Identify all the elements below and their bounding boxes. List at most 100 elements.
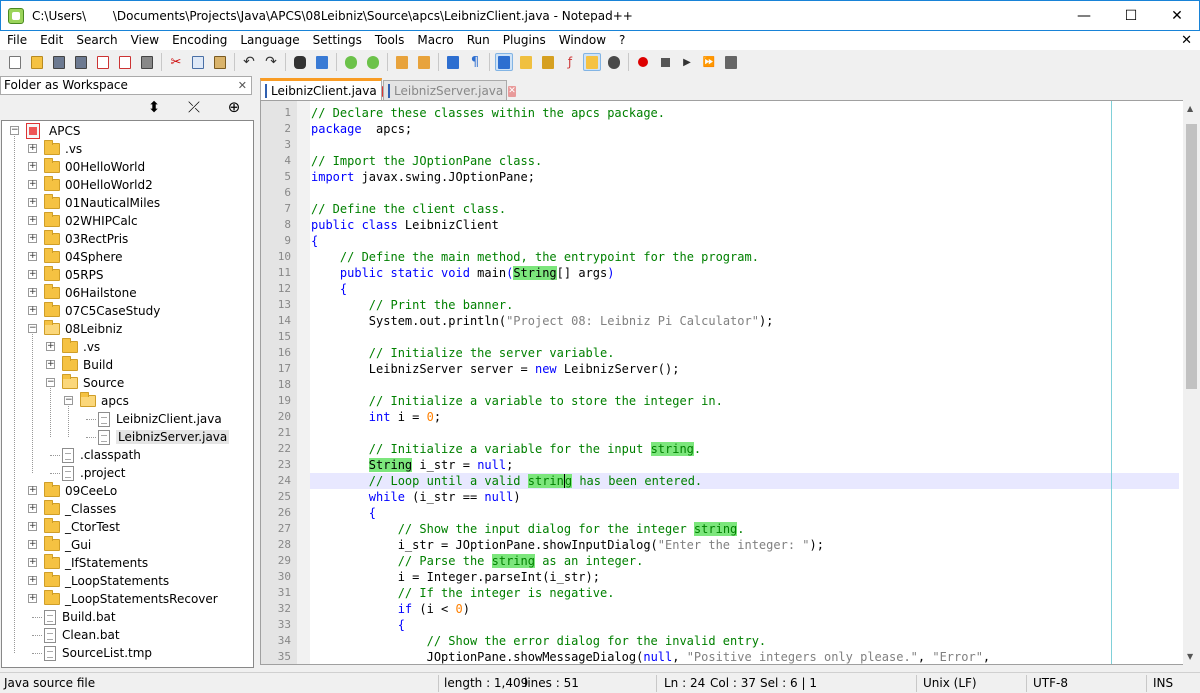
tree-item[interactable]: _LoopStatements bbox=[44, 572, 169, 590]
code-editor[interactable]: 1 // Declare these classes within the apc… bbox=[260, 100, 1195, 665]
tree-item[interactable]: APCS bbox=[26, 122, 80, 140]
collapse-icon[interactable]: − bbox=[28, 324, 37, 333]
menu-view[interactable]: View bbox=[124, 31, 165, 50]
play-macro-icon[interactable]: ▶ bbox=[678, 53, 696, 71]
menu-run[interactable]: Run bbox=[460, 31, 496, 50]
expand-icon[interactable]: + bbox=[28, 540, 37, 549]
tree-item[interactable]: _LoopStatementsRecover bbox=[44, 590, 218, 608]
undo-icon[interactable]: ↶ bbox=[240, 53, 258, 71]
menu-search[interactable]: Search bbox=[69, 31, 123, 50]
tree-item[interactable]: 09CeeLo bbox=[44, 482, 117, 500]
tree-item[interactable]: .classpath bbox=[62, 446, 141, 464]
expand-icon[interactable]: + bbox=[28, 180, 37, 189]
tree-item[interactable]: 00HelloWorld bbox=[44, 158, 145, 176]
menu-tools[interactable]: Tools bbox=[368, 31, 411, 50]
locate-current-file-icon[interactable]: ⊕ bbox=[225, 98, 243, 116]
menu-file[interactable]: File bbox=[0, 31, 33, 50]
tree-item[interactable]: apcs bbox=[80, 392, 129, 410]
tree-item[interactable]: _CtorTest bbox=[44, 518, 120, 536]
tree-item[interactable]: 07C5CaseStudy bbox=[44, 302, 160, 320]
tree-item[interactable]: _IfStatements bbox=[44, 554, 148, 572]
close-document-icon[interactable]: ✕ bbox=[1181, 31, 1192, 50]
print-icon[interactable] bbox=[138, 53, 156, 71]
close-file-icon[interactable] bbox=[94, 53, 112, 71]
expand-icon[interactable]: + bbox=[28, 522, 37, 531]
sync-horizontal-icon[interactable] bbox=[415, 53, 433, 71]
menu-encoding[interactable]: Encoding bbox=[165, 31, 233, 50]
collapse-icon[interactable]: − bbox=[64, 396, 73, 405]
expand-icon[interactable]: + bbox=[28, 504, 37, 513]
sync-vertical-icon[interactable] bbox=[393, 53, 411, 71]
user-language-icon[interactable] bbox=[517, 53, 535, 71]
expand-icon[interactable]: + bbox=[28, 198, 37, 207]
cut-icon[interactable]: ✂ bbox=[167, 53, 185, 71]
indent-guide-icon[interactable] bbox=[495, 53, 513, 71]
tab-leibnizclient[interactable]: LeibnizClient.java ✕ bbox=[260, 78, 390, 101]
expand-icon[interactable]: + bbox=[46, 360, 55, 369]
copy-icon[interactable] bbox=[189, 53, 207, 71]
doc-map-icon[interactable] bbox=[539, 53, 557, 71]
tree-item[interactable]: 01NauticalMiles bbox=[44, 194, 160, 212]
monitoring-icon[interactable] bbox=[605, 53, 623, 71]
run-macro-multiple-icon[interactable]: ⏩ bbox=[700, 53, 718, 71]
stop-macro-icon[interactable] bbox=[656, 53, 674, 71]
tree-item[interactable]: Build.bat bbox=[44, 608, 116, 626]
menu-plugins[interactable]: Plugins bbox=[496, 31, 552, 50]
menu-language[interactable]: Language bbox=[233, 31, 305, 50]
zoom-out-icon[interactable] bbox=[364, 53, 382, 71]
menu-help[interactable]: ? bbox=[612, 31, 631, 50]
collapse-all-icon[interactable]: ⤫ bbox=[185, 98, 203, 116]
expand-icon[interactable]: + bbox=[28, 576, 37, 585]
close-button[interactable]: ✕ bbox=[1154, 1, 1200, 31]
tree-item[interactable]: 06Hailstone bbox=[44, 284, 137, 302]
paste-icon[interactable] bbox=[211, 53, 229, 71]
tree-item[interactable]: 03RectPris bbox=[44, 230, 128, 248]
fold-margin[interactable] bbox=[297, 101, 310, 664]
tree-item[interactable]: SourceList.tmp bbox=[44, 644, 152, 662]
minimize-button[interactable]: — bbox=[1061, 1, 1107, 31]
save-icon[interactable] bbox=[50, 53, 68, 71]
tree-item[interactable]: LeibnizClient.java bbox=[98, 410, 222, 428]
folder-workspace-icon[interactable] bbox=[583, 53, 601, 71]
expand-icon[interactable]: + bbox=[28, 594, 37, 603]
replace-icon[interactable] bbox=[313, 53, 331, 71]
open-file-icon[interactable] bbox=[28, 53, 46, 71]
scroll-down-icon[interactable]: ▼ bbox=[1187, 652, 1193, 661]
expand-icon[interactable]: + bbox=[46, 342, 55, 351]
redo-icon[interactable]: ↷ bbox=[262, 53, 280, 71]
tree-item[interactable]: 02WHIPCalc bbox=[44, 212, 138, 230]
tree-item[interactable]: LeibnizServer.java bbox=[98, 428, 230, 446]
menu-edit[interactable]: Edit bbox=[33, 31, 69, 50]
word-wrap-icon[interactable] bbox=[444, 53, 462, 71]
tree-item[interactable]: 05RPS bbox=[44, 266, 103, 284]
maximize-button[interactable]: ☐ bbox=[1108, 1, 1154, 31]
tree-item[interactable]: .vs bbox=[44, 140, 82, 158]
expand-icon[interactable]: + bbox=[28, 306, 37, 315]
tree-item[interactable]: Source bbox=[62, 374, 124, 392]
expand-icon[interactable]: + bbox=[28, 234, 37, 243]
expand-icon[interactable]: + bbox=[28, 270, 37, 279]
close-all-icon[interactable] bbox=[116, 53, 134, 71]
expand-icon[interactable]: + bbox=[28, 288, 37, 297]
save-all-icon[interactable] bbox=[72, 53, 90, 71]
tab-leibnizserver[interactable]: LeibnizServer.java ✕ bbox=[383, 80, 516, 101]
zoom-in-icon[interactable] bbox=[342, 53, 360, 71]
show-all-chars-icon[interactable]: ¶ bbox=[466, 53, 484, 71]
tree-item[interactable]: 08Leibniz bbox=[44, 320, 122, 338]
expand-icon[interactable]: + bbox=[28, 486, 37, 495]
find-icon[interactable] bbox=[291, 53, 309, 71]
record-macro-icon[interactable] bbox=[634, 53, 652, 71]
menu-macro[interactable]: Macro bbox=[410, 31, 459, 50]
panel-close-icon[interactable]: ✕ bbox=[238, 77, 247, 94]
save-macro-icon[interactable] bbox=[722, 53, 740, 71]
new-file-icon[interactable] bbox=[6, 53, 24, 71]
tree-item[interactable]: .project bbox=[62, 464, 125, 482]
collapse-icon[interactable]: − bbox=[10, 126, 19, 135]
tree-item[interactable]: Build bbox=[62, 356, 113, 374]
vertical-scrollbar[interactable]: ▲ ▼ bbox=[1183, 100, 1200, 665]
tree-item[interactable]: 00HelloWorld2 bbox=[44, 176, 153, 194]
tree-item[interactable]: _Gui bbox=[44, 536, 91, 554]
expand-icon[interactable]: + bbox=[28, 162, 37, 171]
collapse-icon[interactable]: − bbox=[46, 378, 55, 387]
tree-item[interactable]: _Classes bbox=[44, 500, 116, 518]
